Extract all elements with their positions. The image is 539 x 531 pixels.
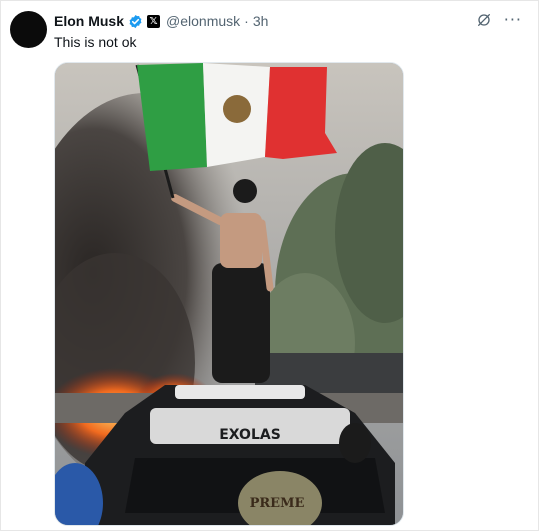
separator-dot: · — [244, 13, 249, 29]
protest-photo: EXOLAS PREME — [55, 63, 403, 525]
tweet-header: Elon Musk 𝕏 @elonmusk · 3h — [54, 12, 268, 30]
standing-person — [212, 263, 270, 383]
author-name[interactable]: Elon Musk — [54, 13, 124, 29]
tweet-card: Elon Musk 𝕏 @elonmusk · 3h ··· This is n… — [0, 0, 539, 531]
tweet-photo[interactable]: EXOLAS PREME — [54, 62, 404, 526]
avatar[interactable] — [10, 11, 47, 48]
tweet-actions: ··· — [476, 12, 522, 28]
timestamp[interactable]: 3h — [253, 13, 269, 29]
grok-icon[interactable] — [476, 12, 492, 28]
flag-emblem — [223, 95, 251, 123]
verified-badge-icon — [129, 14, 142, 28]
tweet-text: This is not ok — [54, 34, 137, 50]
more-icon[interactable]: ··· — [504, 12, 522, 28]
car-roof-text: EXOLAS — [219, 427, 281, 443]
x-affiliation-icon: 𝕏 — [147, 14, 161, 28]
author-handle[interactable]: @elonmusk — [166, 13, 240, 29]
cap-text: PREME — [250, 496, 305, 511]
